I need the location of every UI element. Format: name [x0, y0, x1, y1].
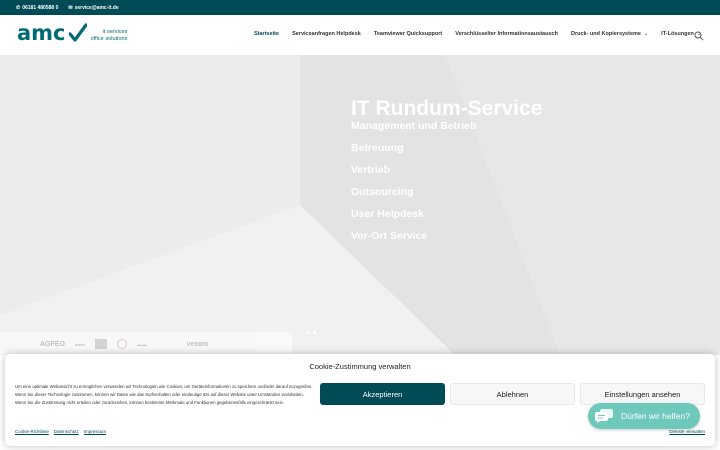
- logo-tagline: it services office solutions: [91, 29, 128, 42]
- partner-logo-datev: datev: [74, 341, 86, 347]
- nav-item-serviceanfragen[interactable]: Serviceanfragen Helpdesk: [292, 31, 361, 37]
- top-bar: ✆ 06181 480588 0 ✉ service@amc-it.de: [0, 0, 720, 15]
- chat-bubble-icon: [595, 409, 613, 423]
- accept-button[interactable]: Akzeptieren: [320, 383, 445, 405]
- nav-item-verschluesselt[interactable]: Verschlüsselter Informationsaustausch: [455, 31, 558, 37]
- phone-icon: ✆: [16, 4, 21, 11]
- chat-widget-label: Dürfen wir helfen?: [621, 411, 690, 421]
- hero-line: Vor-Ort Service: [351, 230, 428, 242]
- chat-widget-button[interactable]: Dürfen wir helfen?: [588, 403, 700, 429]
- cookie-links: Cookie-Richtlinie Datenschutz Impressum: [15, 429, 106, 434]
- partner-logo-veeam: veeam: [186, 340, 209, 348]
- hero-line: Betreuung: [351, 142, 404, 154]
- partner-logo-small: ▬ ▬: [137, 341, 147, 347]
- privacy-link[interactable]: Datenschutz: [54, 429, 79, 434]
- nav-item-label: Teamviewer Quicksupport: [373, 31, 443, 37]
- partner-logo-circle: [117, 339, 128, 349]
- topbar-phone[interactable]: ✆ 06181 480588 0: [16, 5, 58, 11]
- deny-button[interactable]: Ablehnen: [450, 383, 575, 405]
- checkmark-icon: [68, 23, 87, 42]
- nav-item-label: Verschlüsselter Informationsaustausch: [455, 31, 558, 37]
- hero-line: Management und Betrieb: [351, 120, 477, 132]
- manage-services-link[interactable]: Dienste verwalten: [669, 429, 705, 434]
- hero-line: Outsourcing: [351, 186, 414, 198]
- cookie-policy-link[interactable]: Cookie-Richtlinie: [15, 429, 49, 434]
- main-nav: Startseite Serviceanfragen Helpdesk Team…: [254, 31, 714, 37]
- hero-line: User Helpdesk: [351, 208, 424, 220]
- search-icon[interactable]: [694, 31, 704, 41]
- imprint-link[interactable]: Impressum: [84, 429, 106, 434]
- slider-dots: [306, 331, 316, 334]
- envelope-icon: ✉: [68, 4, 73, 11]
- partner-logo-box: [95, 339, 108, 349]
- topbar-email-text: service@amc-it.de: [74, 4, 119, 11]
- topbar-phone-text: 06181 480588 0: [22, 4, 59, 11]
- chevron-down-icon: ⌄: [643, 31, 649, 37]
- nav-item-teamviewer[interactable]: Teamviewer Quicksupport: [374, 31, 442, 37]
- nav-item-label: Druck- und Kopiersysteme: [570, 31, 641, 37]
- slider-dot[interactable]: [306, 331, 309, 334]
- hero-slider: IT Rundum-Service Management und Betrieb…: [0, 55, 720, 355]
- cookie-title: Cookie-Zustimmung verwalten: [309, 362, 411, 371]
- partner-logos: AGFEO datev ▬ ▬ veeam: [0, 332, 292, 356]
- nav-item-label: Startseite: [254, 31, 280, 37]
- nav-item-startseite[interactable]: Startseite: [254, 31, 279, 37]
- nav-item-druck[interactable]: Druck- und Kopiersysteme ⌄: [571, 31, 648, 37]
- view-settings-button[interactable]: Einstellungen ansehen: [580, 383, 705, 405]
- nav-item-label: Serviceanfragen Helpdesk: [292, 31, 361, 37]
- site-logo[interactable]: amc it services office solutions: [17, 21, 128, 45]
- hero-text: IT Rundum-Service Management und Betrieb…: [351, 97, 542, 242]
- hero-line: Vertrieb: [351, 164, 391, 176]
- hero-title: IT Rundum-Service: [351, 97, 543, 120]
- cookie-description: Um eine optimale Webansicht zu ermöglich…: [15, 384, 313, 405]
- logo-wordmark: amc: [17, 21, 66, 45]
- slider-dot[interactable]: [313, 331, 316, 334]
- nav-item-label: IT-Lösungen: [661, 31, 694, 37]
- topbar-email[interactable]: ✉ service@amc-it.de: [68, 5, 118, 11]
- site-header: amc it services office solutions Startse…: [0, 15, 720, 55]
- logo-tagline-line2: office solutions: [90, 35, 128, 42]
- cookie-consent-banner: Cookie-Zustimmung verwalten Um eine opti…: [5, 354, 715, 446]
- partner-logo-agfeo: AGFEO: [40, 340, 65, 348]
